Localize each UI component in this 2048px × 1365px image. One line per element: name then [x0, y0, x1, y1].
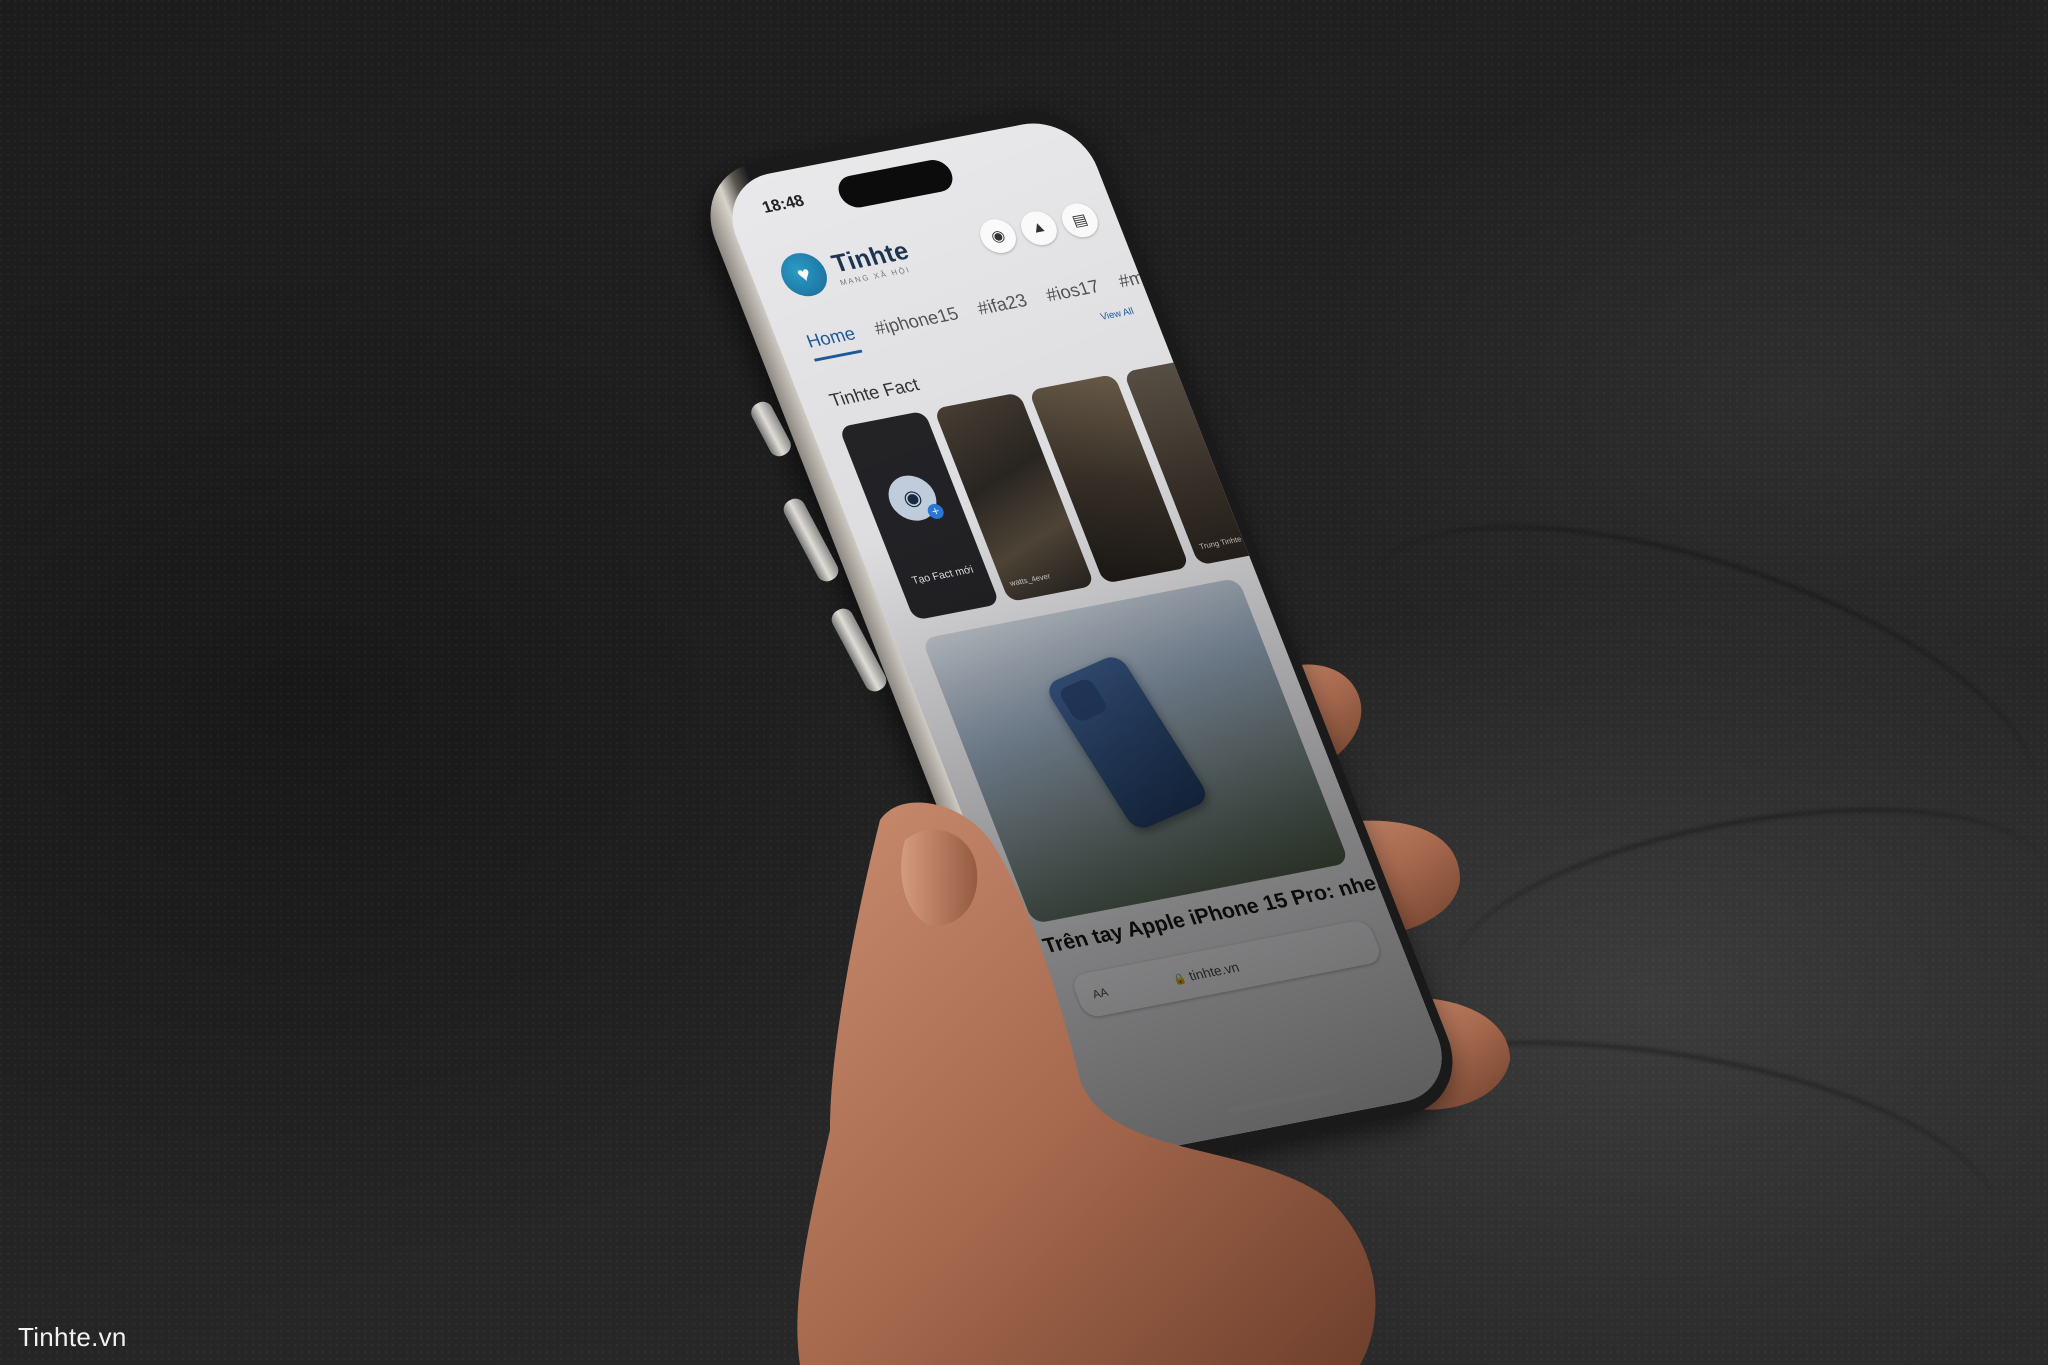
- card-user: Trung Tinhte: [1198, 534, 1243, 552]
- camera-module: [1057, 676, 1110, 724]
- phone-screen: 18:48 ♥ Tinhte MẠNG XÃ HỘI ◉ ▲ ▤ Home #i…: [715, 114, 1459, 1161]
- tab-home[interactable]: Home: [803, 323, 863, 362]
- camera-icon[interactable]: ◉: [974, 216, 1022, 256]
- tinhte-logo-icon: ♥: [774, 249, 834, 300]
- view-all-link[interactable]: View All: [1099, 306, 1135, 322]
- plus-icon: +: [925, 502, 947, 521]
- bell-icon[interactable]: ▲: [1015, 208, 1063, 248]
- text-size-button[interactable]: AA: [1090, 985, 1110, 1001]
- iphone: 18:48 ♥ Tinhte MẠNG XÃ HỘI ◉ ▲ ▤ Home #i…: [690, 95, 1473, 1275]
- tab-more[interactable]: #ma: [1116, 266, 1162, 301]
- hero-image[interactable]: [921, 577, 1350, 925]
- card-user: watts_4ever: [1008, 571, 1052, 588]
- phone-frame: 18:48 ♥ Tinhte MẠNG XÃ HỘI ◉ ▲ ▤ Home #i…: [690, 99, 1473, 1178]
- hero-phone-image: [1043, 652, 1212, 833]
- tab-iphone15[interactable]: #iphone15: [871, 304, 965, 348]
- home-indicator[interactable]: [1227, 1086, 1341, 1114]
- top-icons: ◉ ▲ ▤: [974, 200, 1104, 256]
- url-text: 🔒tinhte.vn: [1170, 959, 1241, 986]
- card-label: Tạo Fact mới: [910, 564, 976, 587]
- inbox-icon[interactable]: ▤: [1056, 200, 1104, 241]
- watermark: Tinhte.vn: [18, 1322, 127, 1352]
- lock-icon: 🔒: [1171, 973, 1189, 987]
- section-title: Tinhte Fact: [826, 374, 923, 412]
- status-time: 18:48: [759, 191, 807, 217]
- tinhte-logo[interactable]: ♥ Tinhte MẠNG XÃ HỘI: [774, 233, 918, 300]
- url-value: tinhte.vn: [1186, 959, 1242, 984]
- dynamic-island: [833, 157, 958, 211]
- tab-ios17[interactable]: #ios17: [1043, 277, 1106, 316]
- tab-ifa23[interactable]: #ifa23: [974, 291, 1033, 329]
